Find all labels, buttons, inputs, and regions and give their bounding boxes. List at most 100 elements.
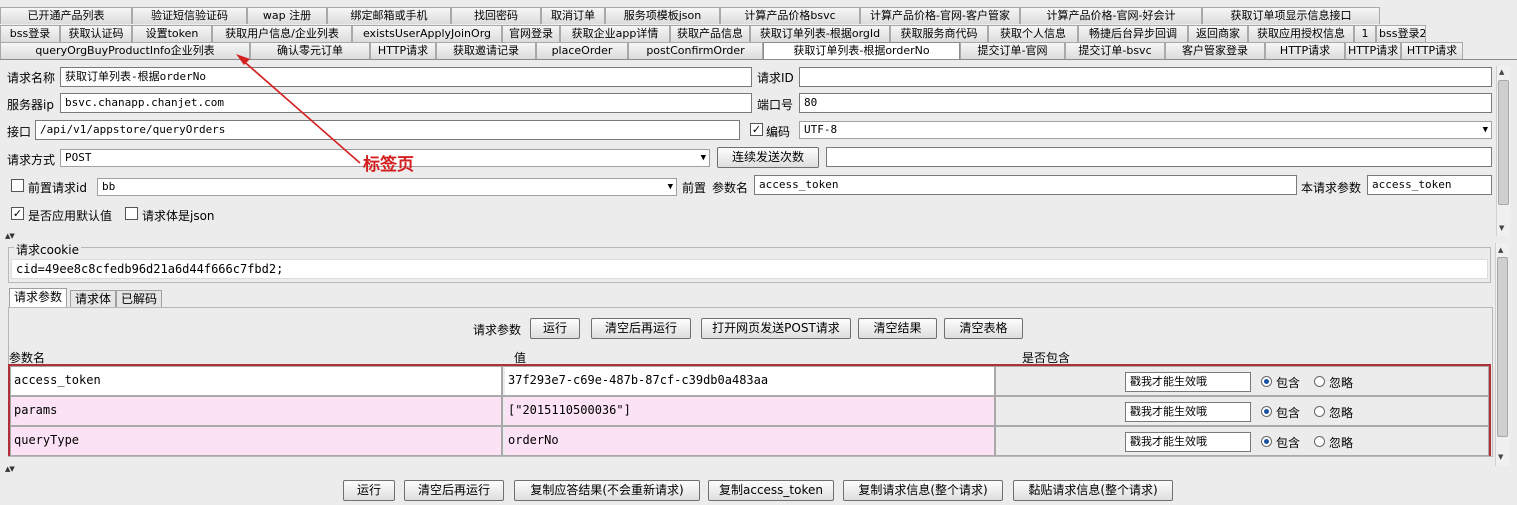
clear-result-button[interactable]: 清空结果 (858, 318, 937, 339)
ignore-radio[interactable] (1314, 406, 1325, 417)
row3-tab[interactable]: placeOrder (536, 42, 628, 59)
run-button[interactable]: 运行 (530, 318, 580, 339)
include-radio[interactable] (1261, 406, 1272, 417)
param-value-cell[interactable]: orderNo (505, 427, 996, 455)
cookie-input[interactable]: cid=49ee8c8cfedb96d21a6d44f666c7fbd2; (11, 259, 1488, 279)
include-radio[interactable] (1261, 376, 1272, 387)
bottom-run-button[interactable]: 运行 (343, 480, 395, 501)
pre-request-label: 前置请求id (28, 181, 87, 195)
encoding-value: UTF-8 (804, 123, 838, 136)
row3-tab[interactable]: 提交订单-bsvc (1065, 42, 1165, 59)
row2-tab[interactable]: 获取企业app详情 (560, 25, 670, 42)
param-name-cell[interactable]: access_token (11, 367, 503, 395)
this-param-input[interactable]: access_token (1367, 175, 1492, 195)
ignore-radio[interactable] (1314, 436, 1325, 447)
row1-tab[interactable]: 验证短信验证码 (132, 7, 247, 24)
row1-tab[interactable]: 取消订单 (541, 7, 605, 24)
row3-tab[interactable]: 获取订单列表-根据orderNo (763, 42, 960, 60)
include-label: 包含 (1276, 376, 1301, 390)
copy-response-button[interactable]: 复制应答结果(不会重新请求) (514, 480, 700, 501)
api-input[interactable]: /api/v1/appstore/queryOrders (35, 120, 740, 140)
row3-tab[interactable]: queryOrgBuyProductInfo企业列表 (0, 42, 250, 59)
chevron-down-icon: ▼ (700, 153, 706, 163)
ignore-radio[interactable] (1314, 376, 1325, 387)
row1-tab[interactable]: 计算产品价格-官网-客户管家 (860, 7, 1020, 24)
row3-tab[interactable]: 提交订单-官网 (960, 42, 1065, 59)
row2-tab[interactable]: 官网登录 (502, 25, 560, 42)
row3-tab[interactable]: HTTP请求 (370, 42, 436, 59)
copy-access-token-button[interactable]: 复制access_token (708, 480, 834, 501)
row2-tab[interactable]: 获取服务商代码 (890, 25, 988, 42)
param-value-cell[interactable]: ["2015110500036"] (505, 397, 996, 425)
use-default-checkbox[interactable]: ✓ (11, 207, 24, 220)
include-radio[interactable] (1261, 436, 1272, 447)
row2-tab[interactable]: 获取订单列表-根据orgId (750, 25, 890, 42)
paste-request-button[interactable]: 黏贴请求信息(整个请求) (1013, 480, 1173, 501)
scroll-thumb[interactable] (1497, 257, 1508, 437)
params-toolbar-label: 请求参数 (473, 323, 522, 337)
row1-tab[interactable]: 找回密码 (451, 7, 541, 24)
row1-tab[interactable]: 服务项模板json (605, 7, 720, 24)
row2-tab[interactable]: existsUserApplyJoinOrg (352, 25, 502, 42)
repeat-send-button[interactable]: 连续发送次数 (717, 147, 819, 168)
pre-request-checkbox[interactable] (11, 179, 24, 192)
param-name-cell[interactable]: params (11, 397, 503, 425)
body-json-checkbox[interactable] (125, 207, 138, 220)
row2-tab[interactable]: 设置token (132, 25, 212, 42)
copy-request-button[interactable]: 复制请求信息(整个请求) (843, 480, 1003, 501)
main-scrollbar[interactable]: ▲ ▼ (1495, 243, 1509, 466)
row3-tab[interactable]: HTTP请求 (1345, 42, 1401, 59)
param-value-cell[interactable]: 37f293e7-c69e-487b-87cf-c39db0a483aa (505, 367, 996, 395)
row1-tab[interactable]: wap 注册 (247, 7, 327, 24)
pre-request-select[interactable]: bb ▼ (97, 178, 677, 196)
port-input[interactable]: 80 (799, 93, 1492, 113)
bottom-clear-and-run-button[interactable]: 清空后再运行 (404, 480, 504, 501)
row1-tab[interactable]: 计算产品价格-官网-好会计 (1020, 7, 1202, 24)
form-scrollbar[interactable]: ▲ ▼ (1496, 66, 1510, 236)
row2-tab[interactable]: bss登录2 (1376, 25, 1426, 42)
encoding-select[interactable]: UTF-8 ▼ (799, 121, 1492, 139)
tab-request-params[interactable]: 请求参数 (9, 288, 68, 308)
hint-input[interactable]: 戳我才能生效哦 (1125, 402, 1251, 422)
row1-tab[interactable]: 获取订单项显示信息接口 (1202, 7, 1380, 24)
row2-tab[interactable]: 畅捷后台异步回调 (1078, 25, 1188, 42)
row3-tab[interactable]: 客户管家登录 (1165, 42, 1265, 59)
param-name-cell[interactable]: queryType (11, 427, 503, 455)
hint-input[interactable]: 戳我才能生效哦 (1125, 372, 1251, 392)
row3-tab[interactable]: 确认零元订单 (250, 42, 370, 59)
clear-and-run-button[interactable]: 清空后再运行 (591, 318, 691, 339)
clear-table-button[interactable]: 清空表格 (944, 318, 1023, 339)
row2-tab[interactable]: 获取应用授权信息 (1248, 25, 1354, 42)
req-name-input[interactable]: 获取订单列表-根据orderNo (60, 67, 752, 87)
splitter-handle[interactable]: ▲▼ (5, 465, 15, 473)
row3-tab[interactable]: postConfirmOrder (628, 42, 763, 59)
pre-request-value: bb (102, 180, 116, 193)
row2-tab[interactable]: 获取用户信息/企业列表 (212, 25, 352, 42)
scroll-thumb[interactable] (1498, 80, 1509, 205)
ignore-label: 忽略 (1329, 376, 1354, 390)
row2-tab[interactable]: 获取个人信息 (988, 25, 1078, 42)
row2-tab[interactable]: bss登录 (0, 25, 60, 42)
row2-tab[interactable]: 获取产品信息 (670, 25, 750, 42)
param-name-input[interactable]: access_token (754, 175, 1297, 195)
req-id-input[interactable] (799, 67, 1492, 87)
row2-tab[interactable]: 返回商家 (1188, 25, 1248, 42)
row1-tab[interactable]: 已开通产品列表 (0, 7, 132, 24)
tab-row-1: 已开通产品列表 验证短信验证码 wap 注册 绑定邮箱或手机 找回密码 取消订单 服务项模板… (0, 7, 1380, 24)
row3-tab[interactable]: 获取邀请记录 (436, 42, 536, 59)
row3-tab[interactable]: HTTP请求 (1401, 42, 1463, 59)
row1-tab[interactable]: 计算产品价格bsvc (720, 7, 860, 24)
repeat-count-input[interactable] (826, 147, 1492, 167)
open-web-post-button[interactable]: 打开网页发送POST请求 (701, 318, 851, 339)
row1-tab[interactable]: 绑定邮箱或手机 (327, 7, 451, 24)
row3-tab[interactable]: HTTP请求 (1265, 42, 1345, 59)
row2-tab[interactable]: 1 (1354, 25, 1376, 42)
req-name-label: 请求名称 (7, 71, 56, 85)
tab-row-3: queryOrgBuyProductInfo企业列表 确认零元订单 HTTP请求 获取… (0, 42, 1463, 60)
encoding-checkbox[interactable]: ✓ (750, 123, 763, 136)
row2-tab[interactable]: 获取认证码 (60, 25, 132, 42)
hint-input[interactable]: 戳我才能生效哦 (1125, 432, 1251, 452)
use-default-label: 是否应用默认值 (28, 209, 113, 223)
server-ip-input[interactable]: bsvc.chanapp.chanjet.com (60, 93, 752, 113)
splitter-handle[interactable]: ▲▼ (5, 232, 15, 240)
